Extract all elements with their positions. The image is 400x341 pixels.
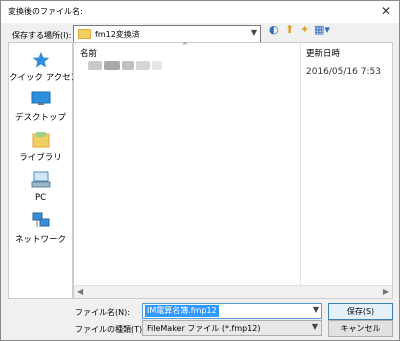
filename-value[interactable]: IM電算名簿.fmp12 — [145, 305, 219, 317]
filetype-value: FileMaker ファイル (*.fmp12) — [147, 324, 261, 333]
place-network[interactable]: ネットワーク — [9, 211, 72, 245]
filename-label: ファイル名(N): — [75, 308, 130, 317]
save-dialog: 変換後のファイル名: ✕ 保存する場所(I): fm12変換済 ▼ ◐ ⬆ ✦ … — [0, 0, 400, 341]
place-label: デスクトップ — [14, 113, 66, 123]
horizontal-scrollbar[interactable]: ◀ ▶ — [74, 285, 392, 298]
back-icon[interactable]: ◐ — [269, 23, 279, 36]
place-pc[interactable]: PC — [9, 171, 72, 203]
folder-icon — [78, 29, 91, 39]
chevron-down-icon: ▼ — [250, 28, 257, 37]
place-desktop[interactable]: デスクトップ — [9, 91, 72, 123]
star-icon — [32, 51, 49, 68]
chevron-down-icon: ▼ — [311, 322, 318, 331]
column-header-date[interactable]: 更新日時 — [306, 47, 340, 59]
cancel-button[interactable]: キャンセル — [328, 320, 393, 337]
network-icon — [32, 212, 49, 227]
location-value: fm12変換済 — [95, 30, 140, 39]
new-folder-icon[interactable]: ✦ — [300, 23, 309, 36]
place-label: クイック アクセス — [9, 73, 80, 83]
place-libraries[interactable]: ライブラリ — [9, 131, 72, 163]
column-divider — [300, 43, 301, 285]
filetype-label: ファイルの種類(T): — [75, 325, 145, 334]
up-folder-icon[interactable]: ⬆ — [285, 23, 294, 36]
file-row-name-redacted[interactable] — [88, 61, 168, 71]
location-dropdown[interactable]: fm12変換済 ▼ — [73, 25, 261, 43]
filename-input[interactable]: IM電算名簿.fmp12 ▼ — [142, 303, 322, 319]
place-label: ネットワーク — [14, 235, 66, 245]
window-title: 変換後のファイル名: — [8, 7, 83, 16]
filetype-select[interactable]: FileMaker ファイル (*.fmp12) ▼ — [142, 320, 322, 336]
pc-icon — [31, 171, 50, 188]
save-button[interactable]: 保存(S) — [328, 303, 393, 320]
chevron-down-icon[interactable]: ▼ — [313, 305, 319, 314]
file-row-date[interactable]: 2016/05/16 7:53 — [306, 67, 381, 77]
location-label: 保存する場所(I): — [12, 31, 72, 40]
close-icon[interactable]: ✕ — [381, 4, 391, 18]
library-icon — [32, 132, 49, 148]
title-bar: 変換後のファイル名: ✕ — [1, 1, 399, 23]
sort-caret-icon: ^ — [182, 42, 188, 50]
column-header-name[interactable]: 名前 — [80, 47, 97, 59]
scroll-right-icon[interactable]: ▶ — [383, 287, 389, 296]
place-label: ライブラリ — [19, 153, 62, 163]
file-list[interactable]: ^ 名前 更新日時 2016/05/16 7:53 ◀ ▶ — [73, 42, 393, 299]
desktop-icon — [31, 91, 50, 105]
scroll-left-icon[interactable]: ◀ — [77, 287, 83, 296]
place-quick-access[interactable]: クイック アクセス — [9, 51, 79, 83]
view-menu-icon[interactable]: ▦▾ — [314, 23, 330, 36]
place-label: PC — [34, 193, 47, 203]
places-sidebar: クイック アクセス デスクトップ ライブラリ PC ネットワーク — [8, 42, 79, 299]
